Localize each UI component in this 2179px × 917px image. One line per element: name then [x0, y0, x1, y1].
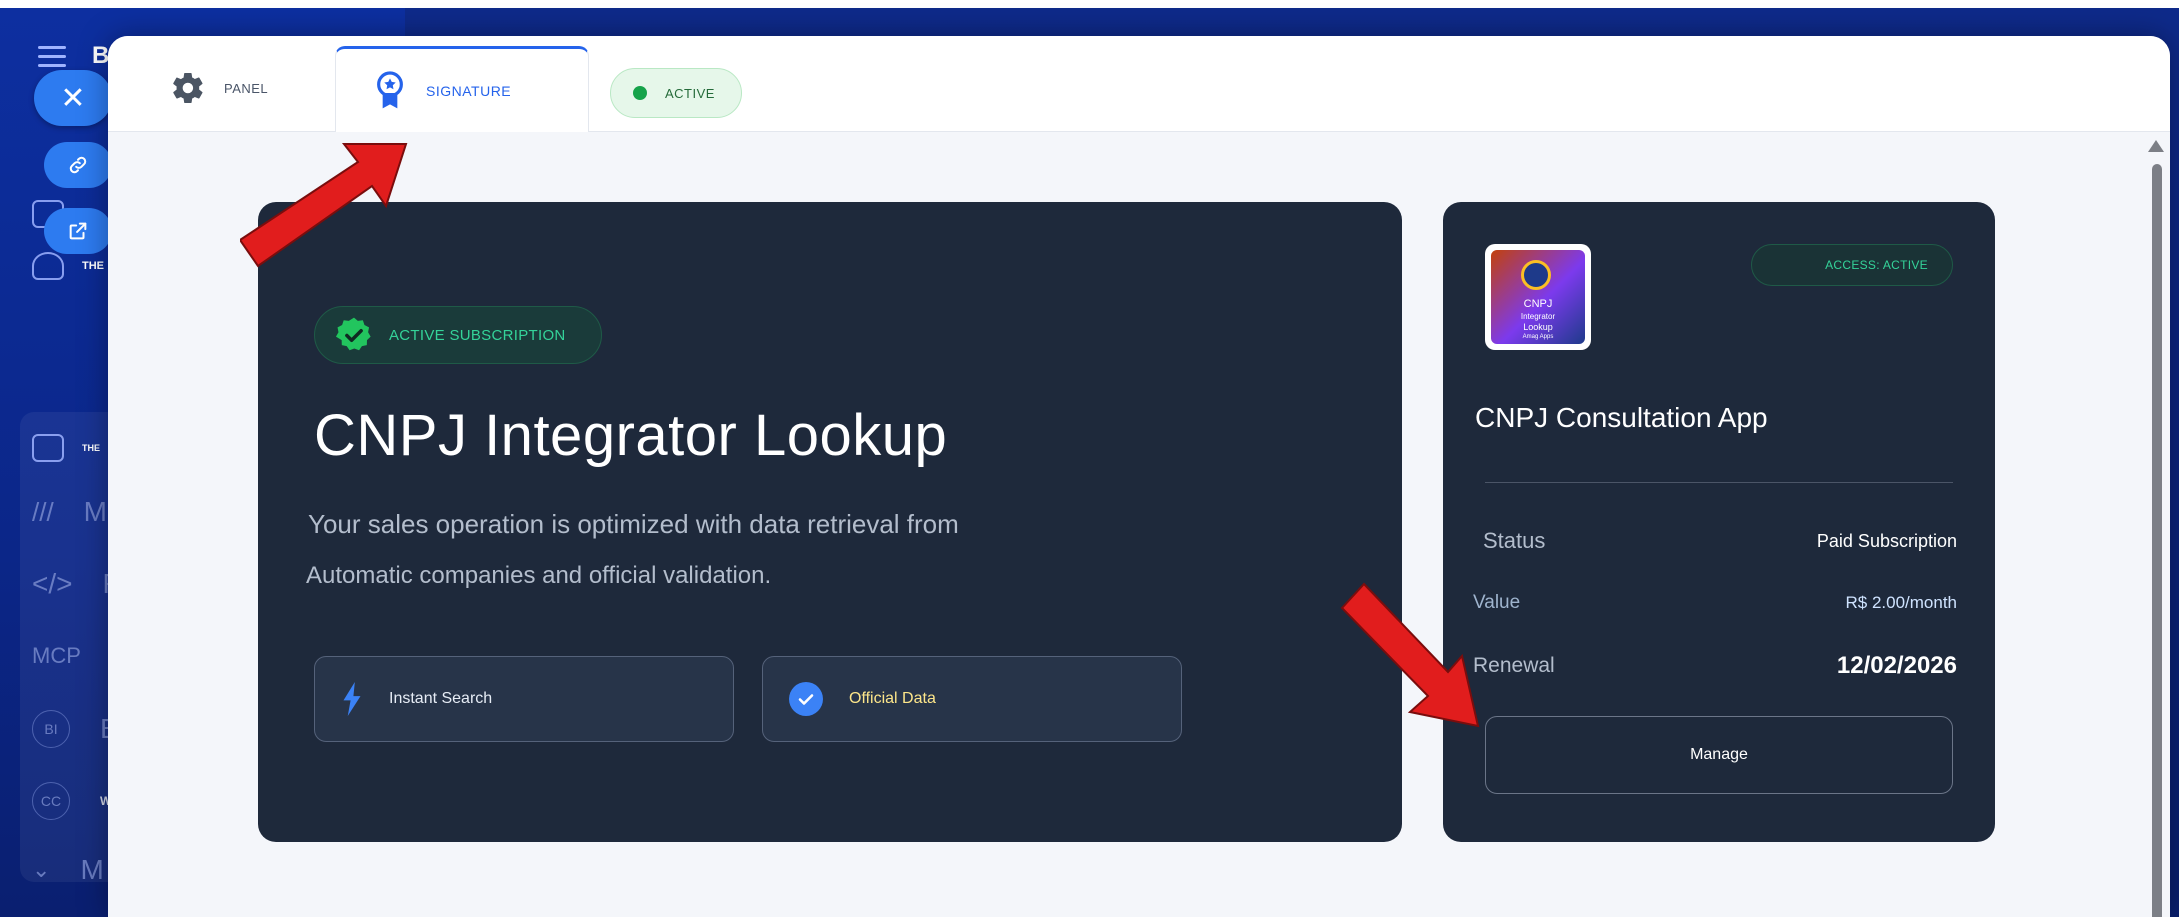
scrollbar-thumb[interactable]: [2152, 164, 2162, 917]
close-fab-button[interactable]: ✕: [34, 70, 112, 126]
app-thumbnail: CNPJ Integrator Lookup Amag Apps: [1485, 244, 1591, 350]
background-sidebar-item[interactable]: BIB: [32, 710, 119, 748]
subscription-modal: PANEL SIGNATURE ACTIVE ACTIVE SUBSCRIPTI…: [108, 36, 2170, 917]
active-subscription-badge: ACTIVE SUBSCRIPTION: [314, 306, 602, 364]
status-dot-icon: [633, 86, 647, 100]
active-subscription-label: ACTIVE SUBSCRIPTION: [389, 326, 566, 344]
link-icon: [69, 156, 87, 174]
code-icon: </>: [32, 568, 73, 599]
cube-icon: [32, 434, 64, 462]
waves-icon: ///: [32, 496, 54, 527]
verified-badge-icon: [335, 317, 371, 351]
feature-label: Official Data: [849, 690, 936, 707]
link-fab-button[interactable]: [44, 142, 112, 188]
value-row: Value R$ 2.00/month: [1473, 592, 1957, 614]
background-logo: B: [92, 42, 110, 69]
tab-active-status[interactable]: ACTIVE: [610, 68, 742, 118]
tab-signature[interactable]: SIGNATURE: [335, 46, 589, 132]
product-hero-card: ACTIVE SUBSCRIPTION CNPJ Integrator Look…: [258, 202, 1402, 842]
feature-label: Instant Search: [389, 690, 493, 707]
background-sidebar-item[interactable]: THE: [32, 428, 112, 468]
divider: [1485, 482, 1953, 483]
app-title: CNPJ Consultation App: [1475, 402, 1768, 433]
annotation-arrow-icon: [1340, 582, 1480, 728]
tab-signature-label: SIGNATURE: [426, 82, 512, 99]
background-sidebar-item[interactable]: CC W: [32, 782, 111, 820]
lightning-icon: [343, 682, 361, 716]
gear-icon: [173, 72, 203, 104]
background-sidebar-item[interactable]: ///M: [32, 496, 107, 528]
robot-icon: [32, 252, 64, 280]
product-description-line: Your sales operation is optimized with d…: [308, 509, 959, 539]
check-circle-icon: [789, 682, 823, 716]
modal-tab-bar: PANEL SIGNATURE ACTIVE: [108, 36, 2170, 132]
chevron-down-icon: ⌄: [32, 857, 51, 882]
tab-panel[interactable]: PANEL: [170, 70, 268, 106]
feature-official-data: Official Data: [762, 656, 1182, 742]
product-title: CNPJ Integrator Lookup: [314, 403, 948, 468]
magnifier-icon: [1521, 260, 1551, 290]
access-status-badge: ACCESS: ACTIVE: [1751, 244, 1953, 286]
annotation-arrow-icon: [240, 143, 408, 268]
subscription-details-card: CNPJ Integrator Lookup Amag Apps ACCESS:…: [1443, 202, 1995, 842]
renewal-date: 12/02/2026: [1836, 652, 1957, 679]
open-external-fab-button[interactable]: [44, 208, 112, 254]
product-description-line: Automatic companies and official validat…: [306, 562, 772, 589]
hamburger-menu-icon[interactable]: [38, 46, 66, 68]
status-label: Status: [1483, 528, 1546, 553]
scroll-up-arrow-icon[interactable]: [2148, 140, 2164, 152]
award-ribbon-icon: [377, 70, 403, 108]
feature-instant-search: Instant Search: [314, 656, 734, 742]
status-value: Paid Subscription: [1816, 530, 1957, 551]
status-row: Status Paid Subscription: [1473, 528, 1957, 554]
product-description: Your sales operation is optimized with d…: [306, 498, 1128, 602]
app-logo-image: CNPJ Integrator Lookup Amag Apps: [1491, 250, 1585, 344]
tab-panel-label: PANEL: [224, 80, 269, 96]
price-value: R$ 2.00/month: [1845, 593, 1957, 612]
renewal-row: Renewal 12/02/2026: [1473, 652, 1957, 680]
close-icon: ✕: [60, 81, 86, 115]
tab-active-label: ACTIVE: [665, 85, 715, 101]
background-sidebar-item[interactable]: ⌄ M: [32, 854, 104, 886]
manage-button[interactable]: Manage: [1485, 716, 1953, 794]
external-link-icon: [69, 222, 87, 240]
